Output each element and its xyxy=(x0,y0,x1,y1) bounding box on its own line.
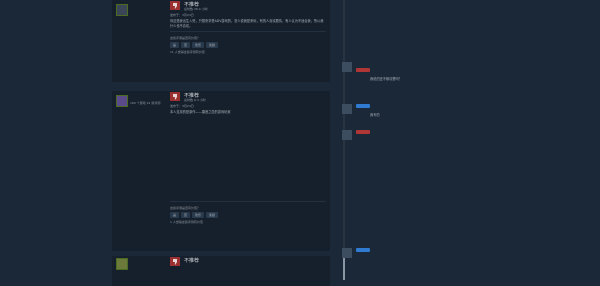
review-verdict: 不推荐 xyxy=(184,258,200,264)
thumbs-down-icon xyxy=(170,1,180,10)
review-text: 你这是我出生入死，只想来享受ADV游戏的，怎么说我是来玩，有的人喜欢剧情，有人认… xyxy=(170,19,324,28)
avatar[interactable] xyxy=(116,95,128,107)
vote-row: 不推荐 xyxy=(170,257,326,267)
user-badge xyxy=(356,68,370,72)
review-author[interactable] xyxy=(116,4,162,16)
award-button[interactable]: 奖励 xyxy=(206,211,219,218)
vote-funny-button[interactable]: 欢乐 xyxy=(192,211,205,218)
review-text: 本人支持的是原作——春音之恋的游戏玩家 xyxy=(170,110,231,114)
review-author[interactable]: 180 个游戏 22 篇评测 xyxy=(116,95,162,107)
review-body: 不推荐 总时数 6.3 小时 发布于：3月24日 本人支持的是原作——春音之恋的… xyxy=(170,92,326,224)
vote-row: 不推荐 总时数 28.4 小时 xyxy=(170,1,326,11)
helpful-question: 这篇评测是否有价值？ xyxy=(170,36,201,41)
review-card: 180 个游戏 22 篇评测 不推荐 总时数 6.3 小时 发布于：3月24日 … xyxy=(112,91,330,251)
comments-column: 我说的还不够清楚吗？ 我写的 xyxy=(334,0,600,280)
left-margin xyxy=(0,0,106,280)
helpful-question: 这篇评测是否有价值？ xyxy=(170,205,201,210)
helpful-count: 11 人觉得这篇评测有价值 xyxy=(170,50,205,55)
comment-text: 我说的还不够清楚吗？ xyxy=(370,77,402,81)
review-page: 不推荐 总时数 28.4 小时 发布于：3月24日 你这是我出生入死，只想来享受… xyxy=(0,0,600,286)
play-hours: 总时数 28.4 小时 xyxy=(184,7,208,11)
avatar[interactable] xyxy=(116,4,128,16)
user-badge xyxy=(356,104,370,108)
vote-no-button[interactable]: 否 xyxy=(181,211,191,218)
review-card: 不推荐 xyxy=(112,256,330,286)
vote-row: 不推荐 总时数 6.3 小时 xyxy=(170,92,326,102)
helpful-count: 1 人觉得这篇评测有价值 xyxy=(170,219,203,224)
vote-buttons: 是 否 欢乐 奖励 xyxy=(170,211,326,218)
avatar[interactable] xyxy=(342,62,352,72)
review-card: 不推荐 总时数 28.4 小时 发布于：3月24日 你这是我出生入死，只想来享受… xyxy=(112,0,330,82)
divider xyxy=(170,200,326,202)
vote-funny-button[interactable]: 欢乐 xyxy=(192,42,205,49)
reviews-column: 不推荐 总时数 28.4 小时 发布于：3月24日 你这是我出生入死，只想来享受… xyxy=(106,0,332,286)
award-button[interactable]: 奖励 xyxy=(206,42,219,49)
play-hours: 总时数 6.3 小时 xyxy=(184,98,206,102)
user-badge xyxy=(356,130,370,134)
thumbs-down-icon xyxy=(170,257,180,266)
avatar[interactable] xyxy=(342,248,352,258)
vote-buttons: 是 否 欢乐 奖励 xyxy=(170,42,326,49)
author-stats: 180 个游戏 22 篇评测 xyxy=(130,101,161,105)
user-badge xyxy=(356,248,370,252)
thumbs-down-icon xyxy=(170,92,180,101)
divider xyxy=(170,31,326,33)
review-body: 不推荐 总时数 28.4 小时 发布于：3月24日 你这是我出生入死，只想来享受… xyxy=(170,1,326,54)
avatar[interactable] xyxy=(116,258,128,270)
vote-yes-button[interactable]: 是 xyxy=(170,42,180,49)
avatar[interactable] xyxy=(342,130,352,140)
comment-text: 我写的 xyxy=(370,113,380,117)
vote-no-button[interactable]: 否 xyxy=(181,42,191,49)
post-date: 发布于：3月24日 xyxy=(170,13,194,17)
review-body: 不推荐 xyxy=(170,257,326,267)
vote-yes-button[interactable]: 是 xyxy=(170,211,180,218)
post-date: 发布于：3月24日 xyxy=(170,104,194,108)
review-author[interactable] xyxy=(116,258,162,270)
avatar[interactable] xyxy=(342,104,352,114)
